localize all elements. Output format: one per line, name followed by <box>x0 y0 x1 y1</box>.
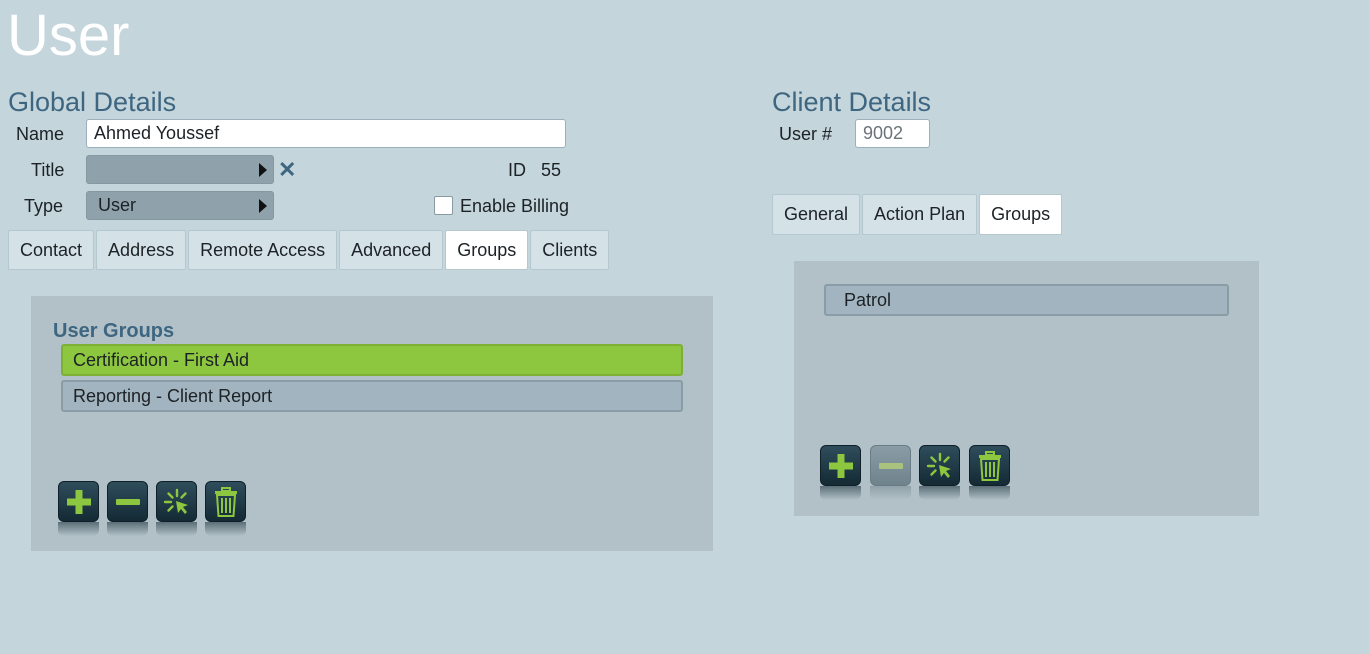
plus-icon <box>828 453 853 478</box>
cursor-click-icon <box>163 488 188 514</box>
select-group-button-wrap <box>156 481 197 536</box>
type-select-value: User <box>98 195 137 215</box>
tab-address[interactable]: Address <box>96 230 187 270</box>
client-details-title: Client Details <box>772 87 932 117</box>
global-tabs: Contact Address Remote Access Advanced G… <box>8 230 611 270</box>
button-reflection <box>107 522 148 536</box>
name-label: Name <box>16 124 65 144</box>
user-number-input[interactable] <box>855 119 930 148</box>
remove-group-button-wrap <box>107 481 148 536</box>
button-reflection <box>58 522 99 536</box>
name-input[interactable] <box>86 119 566 148</box>
delete-group-button[interactable] <box>205 481 246 522</box>
tab-client-groups[interactable]: Groups <box>979 194 1063 235</box>
chevron-right-icon <box>259 199 267 213</box>
remove-group-button[interactable] <box>107 481 148 522</box>
minus-icon <box>115 498 140 505</box>
type-label: Type <box>24 196 64 216</box>
close-icon[interactable]: ✕ <box>278 159 296 181</box>
button-reflection <box>919 486 960 500</box>
id-label: ID <box>508 160 526 180</box>
add-client-group-button-wrap <box>820 445 861 500</box>
list-item[interactable]: Reporting - Client Report <box>61 380 683 412</box>
user-groups-panel: User Groups Certification - First Aid Re… <box>31 296 713 551</box>
delete-group-button-wrap <box>205 481 246 536</box>
tab-general[interactable]: General <box>772 194 861 235</box>
remove-client-group-button[interactable] <box>870 445 911 486</box>
global-details-title: Global Details <box>8 87 177 117</box>
client-groups-panel: Patrol <box>794 261 1259 516</box>
enable-billing-label[interactable]: Enable Billing <box>460 195 569 217</box>
tab-remote-access[interactable]: Remote Access <box>188 230 338 270</box>
tab-contact[interactable]: Contact <box>8 230 95 270</box>
user-number-label: User # <box>779 124 833 144</box>
add-group-button[interactable] <box>58 481 99 522</box>
enable-billing-checkbox[interactable] <box>434 196 453 215</box>
delete-client-group-button[interactable] <box>969 445 1010 486</box>
delete-client-group-button-wrap <box>969 445 1010 500</box>
button-reflection <box>156 522 197 536</box>
button-reflection <box>969 486 1010 500</box>
trash-icon <box>978 450 1001 481</box>
list-item[interactable]: Certification - First Aid <box>61 344 683 376</box>
trash-icon <box>214 486 237 517</box>
add-group-button-wrap <box>58 481 99 536</box>
list-item[interactable]: Patrol <box>824 284 1229 316</box>
client-tabs: General Action Plan Groups <box>772 194 1064 235</box>
remove-client-group-button-wrap <box>870 445 911 500</box>
cursor-click-icon <box>926 452 951 478</box>
page-title: User <box>7 3 130 68</box>
plus-icon <box>66 489 91 514</box>
button-reflection <box>870 486 911 500</box>
select-client-group-button[interactable] <box>919 445 960 486</box>
minus-icon <box>878 462 903 469</box>
button-reflection <box>820 486 861 500</box>
title-label: Title <box>31 160 65 180</box>
tab-action-plan[interactable]: Action Plan <box>862 194 978 235</box>
select-client-group-button-wrap <box>919 445 960 500</box>
user-groups-title: User Groups <box>53 320 175 342</box>
chevron-right-icon <box>259 163 267 177</box>
title-select[interactable] <box>86 155 274 184</box>
tab-advanced[interactable]: Advanced <box>339 230 444 270</box>
tab-groups[interactable]: Groups <box>445 230 529 270</box>
id-value: 55 <box>541 160 562 180</box>
add-client-group-button[interactable] <box>820 445 861 486</box>
type-select[interactable]: User <box>86 191 274 220</box>
tab-clients[interactable]: Clients <box>530 230 610 270</box>
select-group-button[interactable] <box>156 481 197 522</box>
button-reflection <box>205 522 246 536</box>
